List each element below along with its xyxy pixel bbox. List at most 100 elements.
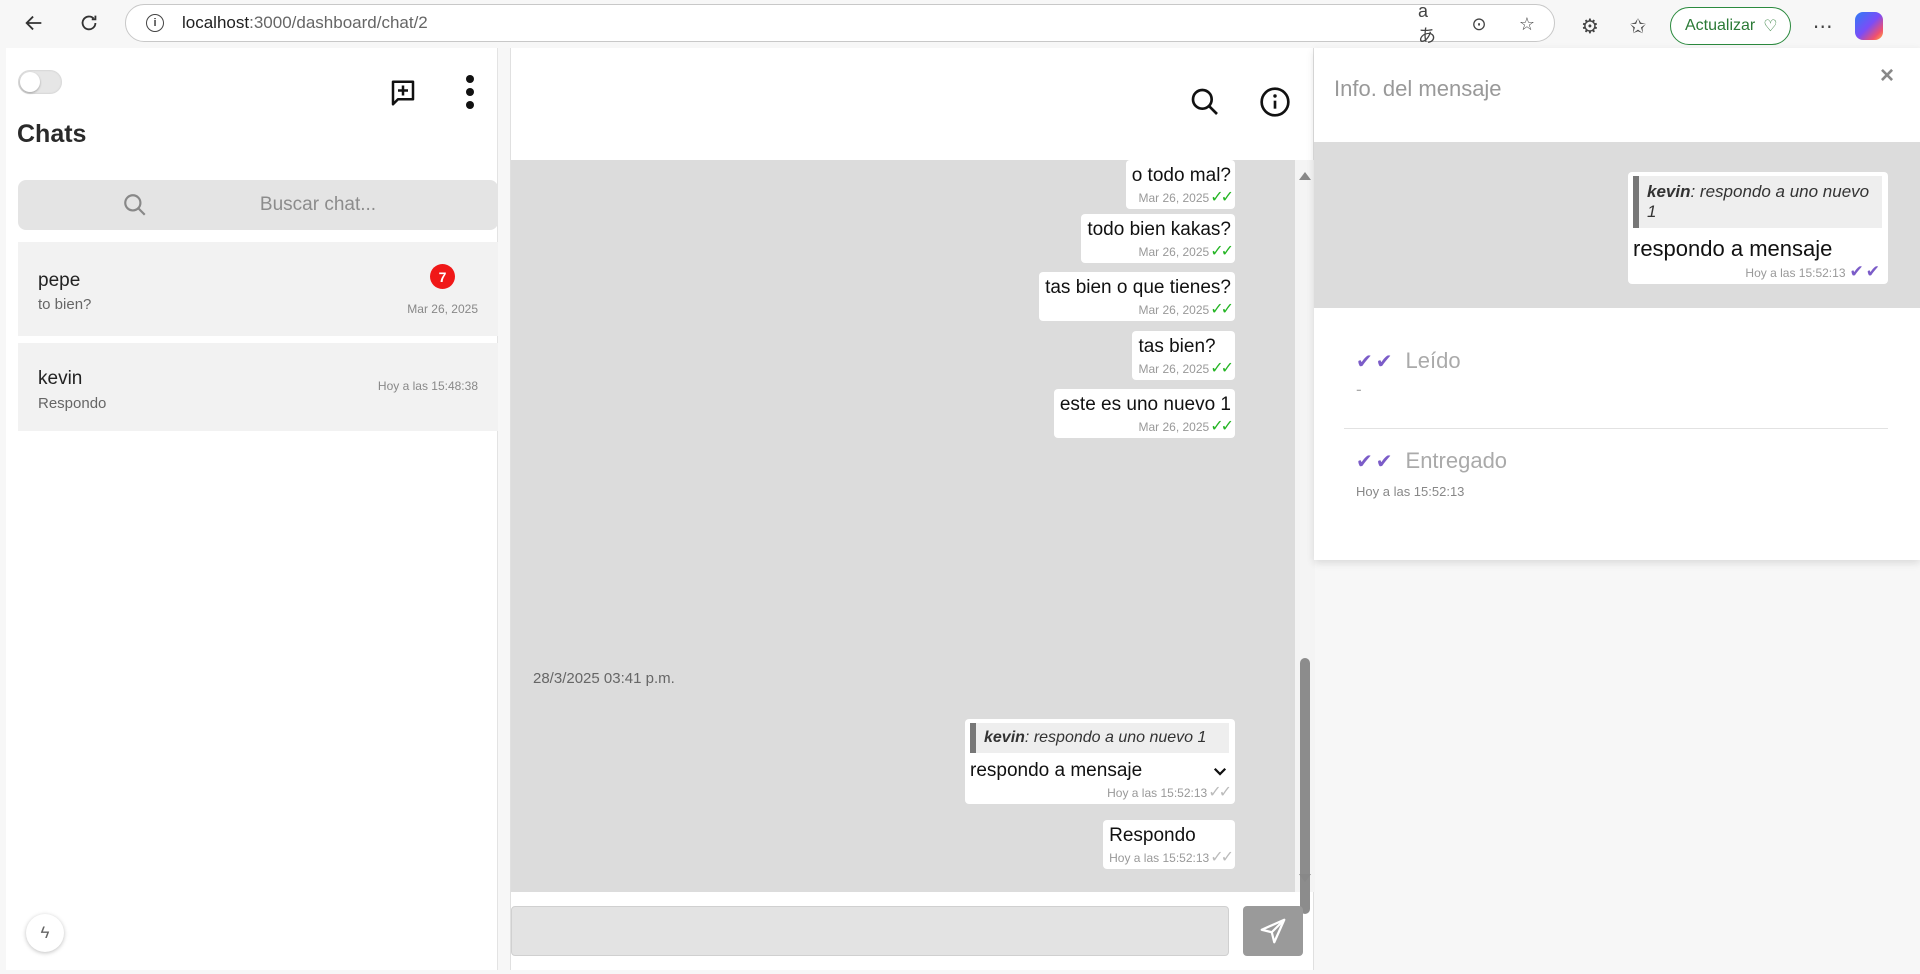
favorites-icon[interactable]: ✩ [1622, 10, 1654, 42]
read-value: - [1356, 380, 1362, 399]
message-bubble[interactable]: o todo mal? Mar 26, 2025✓✓ [1125, 160, 1235, 209]
more-tools-icon[interactable]: ⊙ [1466, 11, 1492, 37]
read-double-check-icon: ✔✔ [1356, 350, 1396, 373]
toggle-knob [20, 72, 40, 92]
message-time: Hoy a las 15:52:13 [1107, 786, 1208, 800]
send-button[interactable] [1243, 906, 1303, 956]
chat-list-panel: Chats pepe to bien? 7 Mar 26, 2025 kevin… [6, 48, 498, 970]
chat-time: Hoy a las 15:48:38 [377, 379, 478, 393]
send-icon [1260, 918, 1286, 944]
quote-author: kevin [984, 729, 1025, 746]
favorite-star-icon[interactable]: ☆ [1514, 11, 1540, 37]
search-icon [1191, 88, 1218, 115]
copilot-icon[interactable] [1854, 12, 1883, 40]
message-bubble[interactable]: todo bien kakas? Mar 26, 2025✓✓ [1081, 214, 1235, 263]
reload-icon [81, 15, 97, 31]
double-check-icon: ✓✓ [1210, 243, 1234, 260]
date-separator: 28/3/2025 03:41 p.m. [533, 670, 675, 687]
new-chat-icon [391, 80, 415, 106]
double-check-icon: ✓✓ [1210, 360, 1234, 377]
double-check-icon: ✓✓ [1208, 784, 1232, 801]
message-bubble[interactable]: este es uno nuevo 1 Mar 26, 2025✓✓ [1053, 389, 1235, 438]
info-panel-title: Info. del mensaje [1334, 76, 1502, 101]
messages-area[interactable]: o todo mal? Mar 26, 2025✓✓ todo bien kak… [511, 160, 1295, 892]
search-box[interactable] [18, 180, 498, 230]
double-check-icon: ✓✓ [1210, 189, 1234, 206]
options-menu-button[interactable] [452, 70, 488, 114]
site-info-icon[interactable]: i [146, 14, 164, 32]
info-message-bubble: kevin: respondo a uno nuevo 1 respondo a… [1628, 172, 1888, 284]
heart-health-icon: ♡ [1763, 18, 1778, 35]
messages-scrollbar[interactable] [1295, 160, 1315, 914]
message-text: respondo a mensaje [970, 760, 1143, 781]
message-text: todo bien kakas? [1087, 219, 1231, 240]
back-arrow-icon [25, 15, 42, 31]
double-check-icon: ✓✓ [1210, 849, 1234, 866]
message-input[interactable] [511, 906, 1229, 956]
chat-info-button[interactable] [1259, 86, 1295, 122]
message-time: Mar 26, 2025 [1138, 362, 1210, 376]
message-bubble[interactable]: Respondo Hoy a las 15:52:13✓✓ [1103, 820, 1235, 869]
message-time: Mar 26, 2025 [1138, 191, 1210, 205]
double-check-icon: ✔✔ [1849, 262, 1882, 281]
info-message-preview: kevin: respondo a uno nuevo 1 respondo a… [1314, 142, 1920, 308]
extensions-icon[interactable]: ⚙ [1574, 10, 1606, 42]
address-bar[interactable]: i localhost:3000/dashboard/chat/2 aあ ⊙ ☆ [125, 1, 1555, 46]
message-time: Mar 26, 2025 [1138, 303, 1210, 317]
chat-name: pepe [38, 270, 81, 291]
message-text: Respondo [1109, 825, 1196, 846]
scroll-up-arrow-icon[interactable] [1299, 172, 1311, 180]
chat-time: Mar 26, 2025 [407, 302, 478, 316]
search-input[interactable] [168, 180, 468, 230]
delivered-label: Entregado [1405, 448, 1508, 473]
message-text: tas bien o que tienes? [1045, 277, 1231, 298]
quoted-message[interactable]: kevin: respondo a uno nuevo 1 [970, 723, 1229, 753]
read-label: Leído [1405, 348, 1461, 373]
chat-preview: to bien? [38, 296, 92, 313]
chevron-down-icon[interactable] [1211, 762, 1229, 780]
message-time: Hoy a las 15:52:13 [1109, 851, 1210, 865]
chat-panel: o todo mal? Mar 26, 2025✓✓ todo bien kak… [510, 48, 1315, 970]
read-aloud-icon[interactable]: aあ [1418, 1, 1444, 46]
message-time: Hoy a las 15:52:13 [1745, 266, 1846, 280]
bolt-icon: ϟ [40, 923, 50, 942]
url-path: :3000/dashboard/chat/2 [249, 13, 428, 32]
url-text[interactable]: localhost:3000/dashboard/chat/2 [182, 13, 428, 33]
new-chat-button[interactable] [388, 78, 422, 112]
double-check-icon: ✓✓ [1210, 418, 1234, 435]
message-bubble[interactable]: tas bien o que tienes? Mar 26, 2025✓✓ [1039, 272, 1235, 321]
back-button[interactable] [18, 7, 50, 39]
scroll-down-arrow-icon[interactable] [1299, 874, 1311, 882]
chats-title: Chats [17, 120, 87, 148]
quote-text: : respondo a uno nuevo 1 [1024, 729, 1207, 746]
update-button[interactable]: Actualizar ♡ [1670, 7, 1791, 45]
chat-search-button[interactable] [1189, 86, 1225, 122]
message-text: tas bien? [1138, 336, 1216, 357]
reload-button[interactable] [73, 7, 105, 39]
url-host: localhost [182, 13, 250, 32]
bolt-button[interactable]: ϟ [26, 914, 64, 952]
message-bubble[interactable]: tas bien? Mar 26, 2025✓✓ [1132, 331, 1235, 380]
quoted-message: kevin: respondo a uno nuevo 1 [1633, 176, 1882, 228]
chat-name: kevin [38, 368, 83, 389]
reply-message-bubble[interactable]: kevin: respondo a uno nuevo 1 respondo a… [965, 719, 1235, 804]
unread-badge: 7 [430, 264, 455, 289]
message-time: Mar 26, 2025 [1138, 245, 1210, 259]
chat-list-item-pepe[interactable]: pepe to bien? 7 Mar 26, 2025 [18, 242, 498, 336]
read-status: ✔✔ Leído - [1356, 348, 1461, 400]
quote-author: kevin [1647, 182, 1691, 201]
close-icon[interactable]: × [1880, 62, 1894, 90]
delivered-value: Hoy a las 15:52:13 [1356, 484, 1465, 499]
delivered-status: ✔✔ Entregado Hoy a las 15:52:13 [1356, 448, 1507, 499]
double-check-icon: ✓✓ [1210, 301, 1234, 318]
message-text: o todo mal? [1131, 165, 1231, 186]
search-icon [124, 194, 146, 216]
message-time: Mar 26, 2025 [1138, 420, 1210, 434]
chat-list-item-kevin[interactable]: kevin Respondo Hoy a las 15:48:38 [18, 343, 498, 431]
theme-toggle[interactable] [18, 70, 62, 94]
message-info-panel: Info. del mensaje × kevin: respondo a un… [1314, 48, 1920, 560]
browser-toolbar: i localhost:3000/dashboard/chat/2 aあ ⊙ ☆… [0, 0, 1920, 46]
more-menu-icon[interactable]: ⋯ [1807, 10, 1839, 42]
update-label: Actualizar [1685, 17, 1756, 34]
info-icon [1260, 87, 1290, 117]
